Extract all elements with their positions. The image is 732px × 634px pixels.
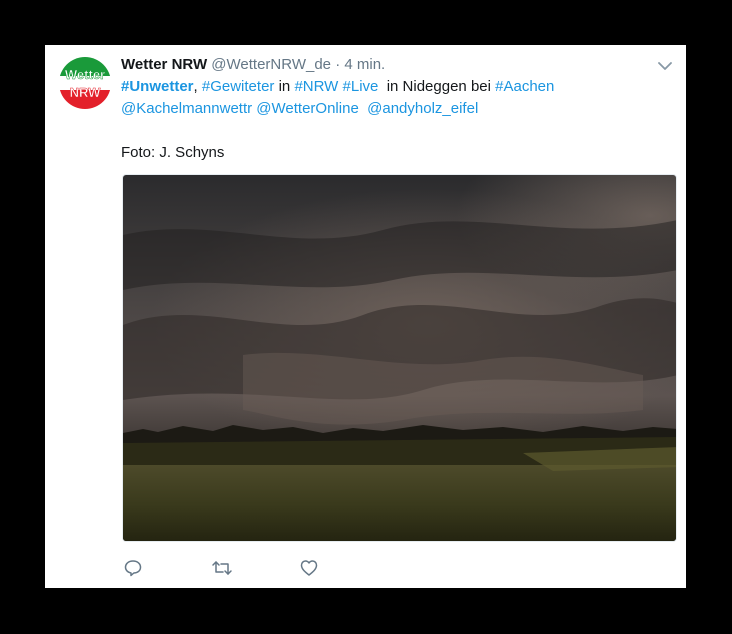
text-fragment: in Nideggen bei (378, 78, 496, 95)
mention-wetteronline[interactable]: @WetterOnline (256, 100, 359, 117)
timestamp[interactable]: 4 min. (344, 56, 385, 73)
separator: · (335, 56, 341, 73)
more-options-button[interactable] (656, 57, 674, 75)
photo-credit: Foto: J. Schyns (121, 144, 225, 161)
reply-button[interactable] (123, 557, 211, 579)
hashtag-gewiteter[interactable]: #Gewiteter (202, 78, 275, 95)
author-handle[interactable]: @WetterNRW_de (211, 56, 331, 73)
storm-photo (123, 175, 676, 541)
tweet-text-line-1: #Unwetter, #Gewiteter in #NRW #Live in N… (121, 76, 661, 98)
logo-text-top: Wetter (65, 67, 105, 82)
hashtag-nrw[interactable]: #NRW (294, 78, 338, 95)
hashtag-aachen[interactable]: #Aachen (495, 78, 554, 95)
logo-text-bottom: NRW (70, 85, 102, 100)
tweet-actions (123, 557, 387, 579)
retweet-button[interactable] (211, 557, 299, 579)
text-fragment (359, 100, 367, 117)
author-name[interactable]: Wetter NRW (121, 56, 207, 73)
wetter-nrw-logo: Wetter NRW (59, 57, 111, 109)
chevron-down-icon (658, 61, 672, 70)
reply-icon (124, 560, 142, 577)
hashtag-unwetter[interactable]: #Unwetter (121, 78, 194, 95)
tweet-header: Wetter NRW @WetterNRW_de · 4 min. (121, 55, 385, 75)
tweet-photo[interactable] (122, 174, 677, 542)
text-fragment: in (274, 78, 295, 95)
mention-andyholz-eifel[interactable]: @andyholz_eifel (367, 100, 478, 117)
like-button[interactable] (299, 557, 387, 579)
text-fragment: , (193, 78, 202, 95)
mention-kachelmannwettr[interactable]: @Kachelmannwettr (121, 100, 252, 117)
heart-icon (300, 560, 318, 576)
retweet-icon (212, 561, 232, 575)
tweet-card: Wetter NRW Wetter NRW @WetterNRW_de · 4 … (45, 45, 686, 588)
tweet-text-line-2: @Kachelmannwettr @WetterOnline @andyholz… (121, 98, 661, 120)
tweet-text: #Unwetter, #Gewiteter in #NRW #Live in N… (121, 76, 661, 164)
avatar[interactable]: Wetter NRW (59, 57, 111, 109)
hashtag-live[interactable]: #Live (343, 78, 379, 95)
